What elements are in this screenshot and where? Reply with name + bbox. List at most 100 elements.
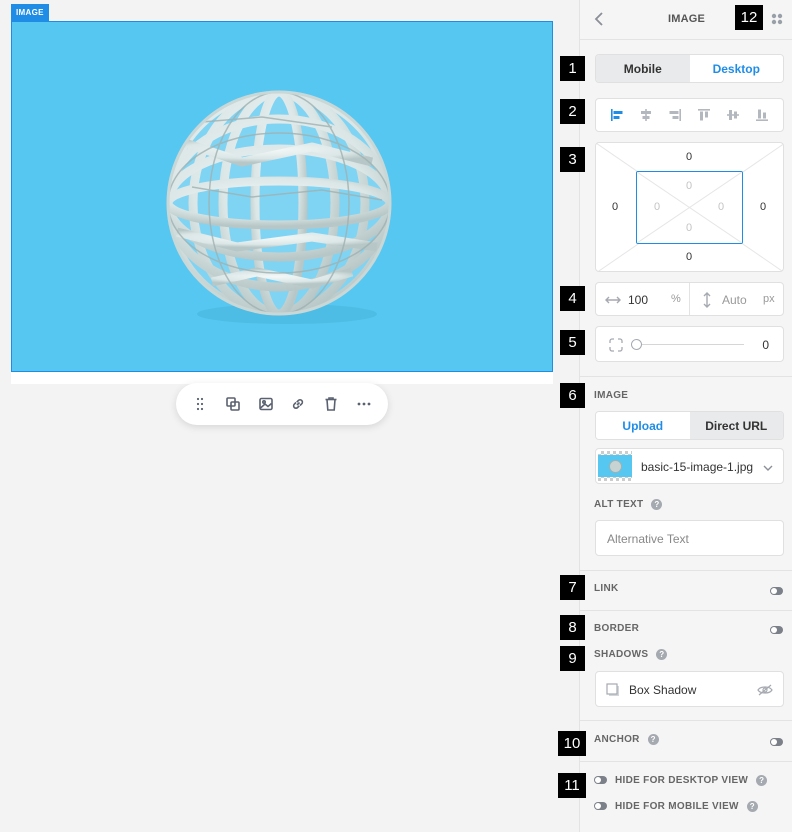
badge-6: 6	[560, 383, 585, 408]
device-desktop-tab[interactable]: Desktop	[689, 55, 783, 82]
margin-top-value[interactable]: 0	[674, 151, 704, 163]
badge-11: 11	[558, 773, 586, 798]
height-unit[interactable]: px	[763, 293, 775, 305]
image-block[interactable]	[11, 21, 553, 372]
shadows-label: SHADOWS?	[594, 649, 668, 661]
border-toggle[interactable]	[770, 626, 783, 634]
hide-mobile-text: HIDE FOR MOBILE VIEW	[615, 801, 739, 813]
help-icon[interactable]: ?	[656, 649, 668, 660]
badge-7: 7	[560, 575, 585, 600]
corner-radius-icon	[609, 338, 623, 352]
margin-bottom-value[interactable]: 0	[674, 251, 704, 263]
panel-drag-icon[interactable]	[771, 13, 783, 25]
help-icon[interactable]: ?	[756, 775, 768, 786]
alt-text-label-text: ALT TEXT	[594, 499, 644, 511]
hide-desktop-label: HIDE FOR DESKTOP VIEW?	[615, 775, 768, 787]
file-name: basic-15-image-1.jpg	[641, 460, 754, 474]
image-section-label: IMAGE	[594, 390, 629, 401]
wireframe-sphere-image	[166, 90, 392, 324]
align-center-icon[interactable]	[638, 107, 654, 123]
device-mobile-tab[interactable]: Mobile	[596, 55, 690, 82]
radius-control: 0	[595, 326, 784, 362]
align-right-icon[interactable]	[667, 107, 683, 123]
anchor-label: ANCHOR?	[594, 734, 659, 745]
align-left-icon[interactable]	[609, 107, 625, 123]
chevron-down-icon[interactable]	[763, 465, 773, 471]
drag-handle-icon[interactable]	[188, 392, 212, 416]
badge-10: 10	[558, 731, 586, 756]
width-unit[interactable]: %	[671, 293, 681, 305]
height-arrows-icon	[703, 292, 711, 308]
image-source-toggle: Upload Direct URL	[595, 411, 784, 440]
align-bottom-icon[interactable]	[754, 107, 770, 123]
anchor-label-text: ANCHOR	[594, 734, 640, 746]
box-shadow-control[interactable]: Box Shadow	[595, 671, 784, 707]
badge-4: 4	[560, 286, 585, 311]
upload-tab[interactable]: Upload	[596, 412, 690, 439]
height-input[interactable]: Auto	[722, 293, 747, 307]
thumbnail-sphere	[609, 460, 622, 473]
settings-panel: IMAGE Mobile Desktop 0 0 0 0 0 0 0 0 100…	[579, 0, 792, 832]
replace-image-icon[interactable]	[254, 392, 278, 416]
alt-text-input[interactable]: Alternative Text	[595, 520, 784, 556]
width-arrows-icon	[605, 296, 621, 304]
link-toggle[interactable]	[770, 587, 783, 595]
radius-value[interactable]: 0	[762, 338, 769, 352]
badge-1: 1	[560, 56, 585, 81]
image-toolbar	[176, 383, 388, 425]
padding-right-value[interactable]: 0	[709, 201, 733, 213]
radius-slider-handle[interactable]	[631, 339, 642, 350]
file-select[interactable]: basic-15-image-1.jpg	[595, 448, 784, 484]
hide-mobile-label: HIDE FOR MOBILE VIEW?	[615, 801, 758, 812]
direct-url-tab[interactable]: Direct URL	[689, 412, 783, 439]
alt-text-placeholder: Alternative Text	[607, 532, 689, 546]
image-block-tag: IMAGE	[11, 4, 49, 21]
badge-5: 5	[560, 330, 585, 355]
device-toggle: Mobile Desktop	[595, 54, 784, 83]
help-icon[interactable]: ?	[647, 734, 659, 745]
divider	[580, 610, 792, 611]
link-label: LINK	[594, 583, 619, 594]
padding-box: 0 0 0 0	[636, 171, 743, 244]
padding-left-value[interactable]: 0	[645, 201, 669, 213]
divider	[580, 761, 792, 762]
margin-left-value[interactable]: 0	[600, 201, 630, 213]
border-label: BORDER	[594, 623, 640, 634]
box-shadow-label: Box Shadow	[629, 683, 697, 697]
hide-desktop-text: HIDE FOR DESKTOP VIEW	[615, 775, 749, 787]
editor-canvas: IMAGE	[0, 0, 579, 832]
badge-2: 2	[560, 99, 585, 124]
size-divider	[689, 283, 690, 315]
align-middle-icon[interactable]	[725, 107, 741, 123]
alt-text-label: ALT TEXT?	[594, 499, 663, 511]
badge-12: 12	[735, 5, 763, 30]
divider	[580, 376, 792, 377]
help-icon[interactable]: ?	[651, 499, 663, 510]
padding-top-value[interactable]: 0	[677, 180, 701, 192]
file-thumbnail	[598, 451, 632, 481]
align-top-icon[interactable]	[696, 107, 712, 123]
box-shadow-icon	[606, 683, 619, 696]
badge-3: 3	[560, 147, 585, 172]
shadows-label-text: SHADOWS	[594, 649, 649, 661]
divider	[580, 720, 792, 721]
link-icon[interactable]	[286, 392, 310, 416]
divider	[580, 570, 792, 571]
size-control: 100 % Auto px	[595, 282, 784, 316]
eye-off-icon[interactable]	[757, 684, 773, 696]
hide-mobile-toggle[interactable]	[594, 802, 607, 810]
delete-icon[interactable]	[319, 392, 343, 416]
spacing-control: 0 0 0 0 0 0 0 0	[595, 142, 784, 272]
duplicate-icon[interactable]	[221, 392, 245, 416]
radius-slider-track[interactable]	[636, 344, 744, 345]
badge-8: 8	[560, 615, 585, 640]
width-input[interactable]: 100	[628, 293, 648, 307]
badge-9: 9	[560, 646, 585, 671]
margin-right-value[interactable]: 0	[748, 201, 778, 213]
padding-bottom-value[interactable]: 0	[677, 222, 701, 234]
more-icon[interactable]	[352, 392, 376, 416]
help-icon[interactable]: ?	[746, 801, 758, 812]
hide-desktop-toggle[interactable]	[594, 776, 607, 784]
anchor-toggle[interactable]	[770, 738, 783, 746]
alignment-controls	[595, 98, 784, 132]
